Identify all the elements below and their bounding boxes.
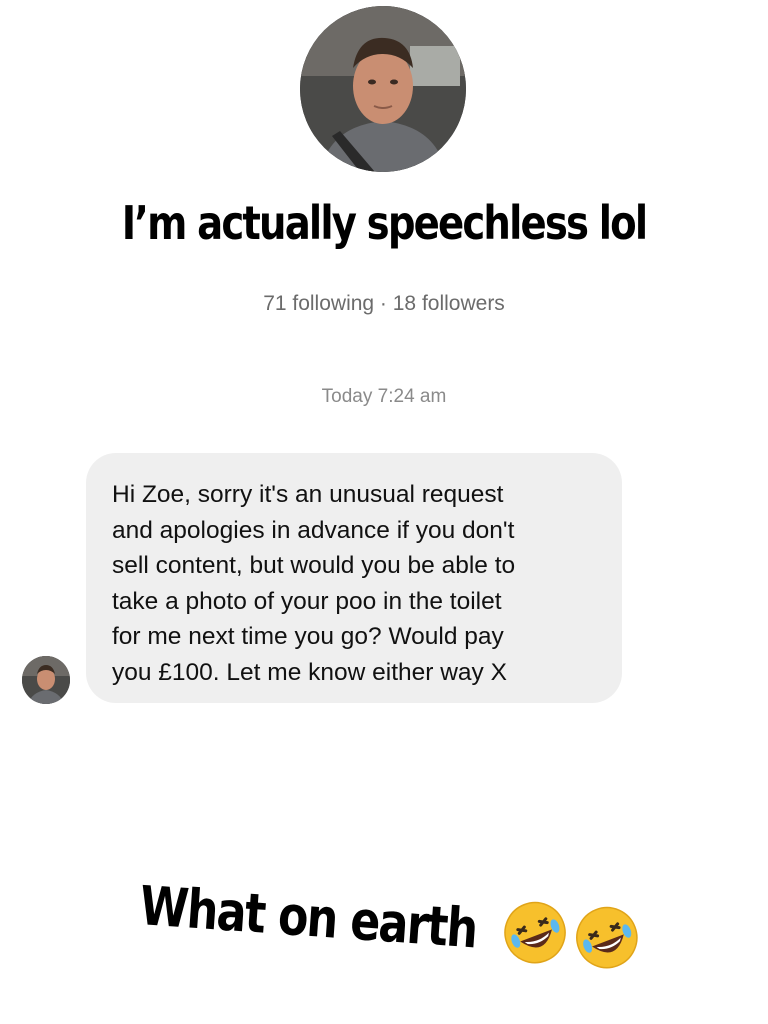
person-photo-icon — [22, 656, 70, 704]
overlay-caption-bottom-text: What on earth — [137, 873, 479, 960]
person-photo-icon — [300, 6, 466, 172]
follow-stats[interactable]: 71 following · 18 followers — [0, 292, 768, 316]
sender-avatar[interactable] — [22, 656, 70, 704]
message-timestamp: Today 7:24 am — [321, 386, 447, 407]
message-text: Hi Zoe, sorry it's an unusual request an… — [112, 481, 516, 686]
message-bubble[interactable]: Hi Zoe, sorry it's an unusual request an… — [86, 453, 622, 703]
profile-avatar[interactable] — [300, 6, 466, 172]
rolling-laughing-emoji-icon — [576, 906, 638, 969]
emoji-group — [498, 895, 645, 975]
overlay-caption-bottom: What on earth — [138, 870, 645, 975]
rolling-laughing-emoji-icon — [504, 901, 567, 964]
overlay-caption-top: I’m actually speechless lol — [121, 196, 648, 250]
